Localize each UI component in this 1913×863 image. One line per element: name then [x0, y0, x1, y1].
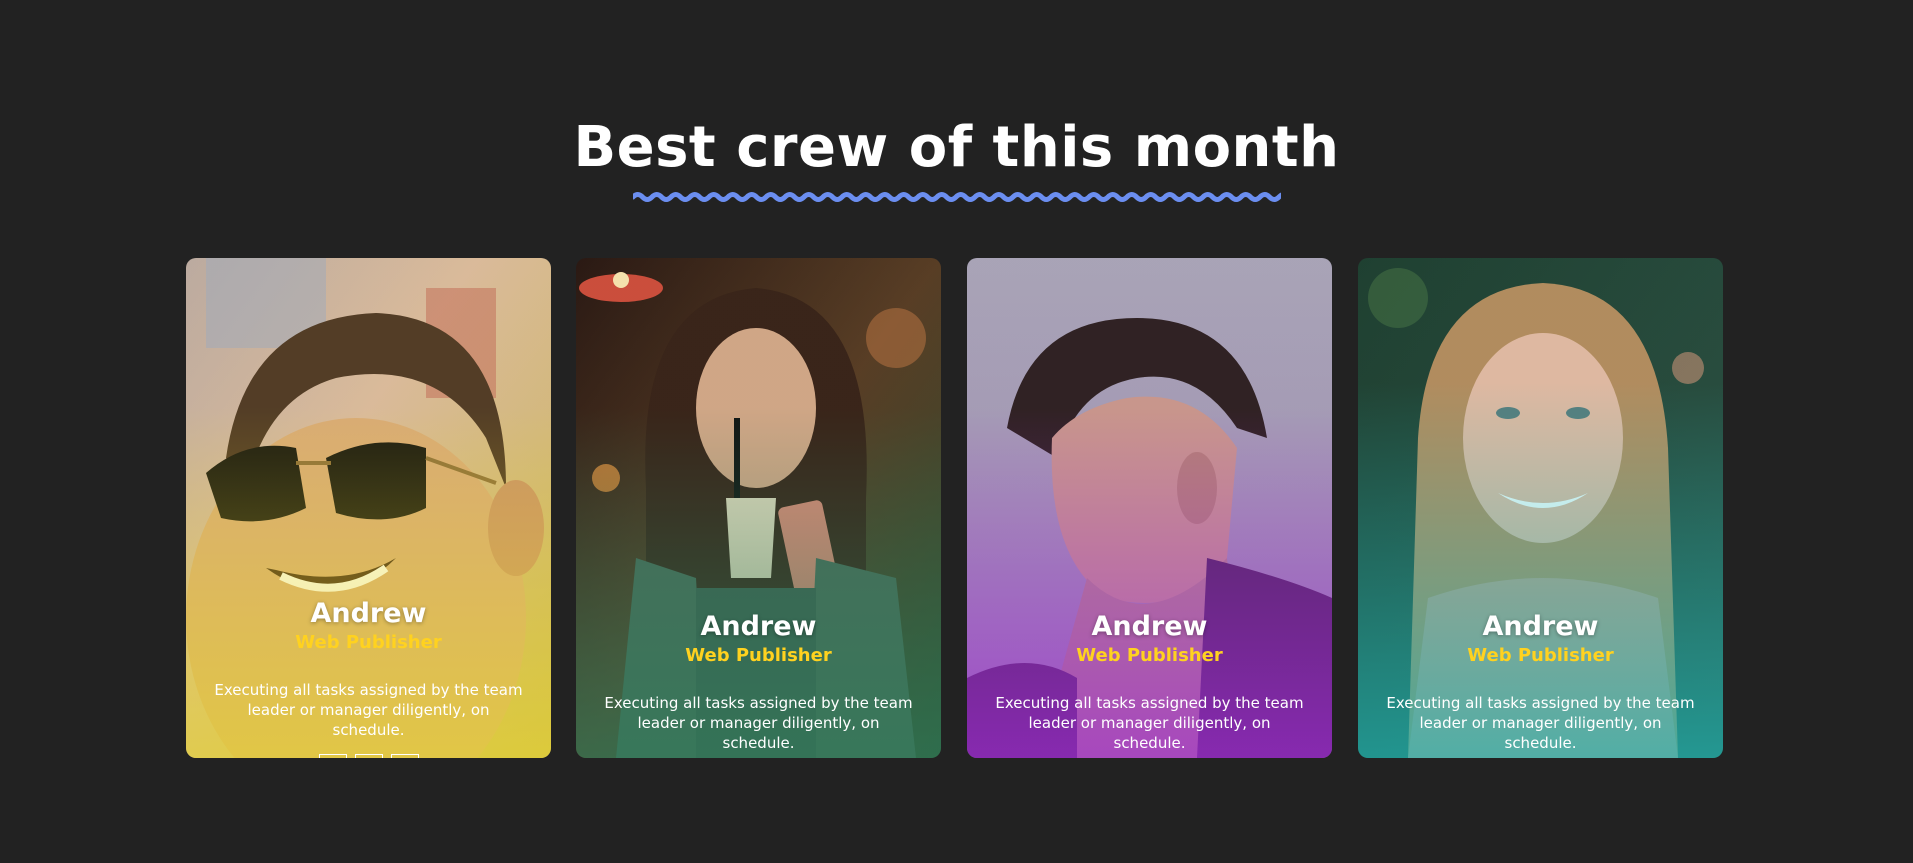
card-role: Web Publisher: [295, 632, 442, 653]
crew-card[interactable]: Andrew Web Publisher Executing all tasks…: [186, 258, 551, 758]
card-name: Andrew: [700, 611, 817, 642]
card-description: Executing all tasks assigned by the team…: [604, 694, 913, 752]
heading-section: Best crew of this month: [0, 112, 1913, 206]
card-role: Web Publisher: [1076, 645, 1223, 666]
crew-card[interactable]: Andrew Web Publisher Executing all tasks…: [1358, 258, 1723, 758]
card-content: Andrew Web Publisher Executing all tasks…: [576, 611, 941, 753]
card-content: Andrew Web Publisher Executing all tasks…: [186, 598, 551, 758]
card-role: Web Publisher: [1467, 645, 1614, 666]
card-content: Andrew Web Publisher Executing all tasks…: [1358, 611, 1723, 753]
crew-cards: Andrew Web Publisher Executing all tasks…: [186, 258, 1726, 758]
card-name: Andrew: [310, 598, 427, 629]
card-description: Executing all tasks assigned by the team…: [1386, 694, 1695, 752]
card-content: Andrew Web Publisher Executing all tasks…: [967, 611, 1332, 753]
crew-card[interactable]: Andrew Web Publisher Executing all tasks…: [967, 258, 1332, 758]
crew-card[interactable]: Andrew Web Publisher Executing all tasks…: [576, 258, 941, 758]
page-title: Best crew of this month: [573, 115, 1340, 180]
card-description: Executing all tasks assigned by the team…: [214, 681, 523, 739]
wavy-underline: [632, 192, 1281, 202]
social-links: [186, 754, 551, 758]
facebook-icon[interactable]: [318, 754, 347, 758]
card-name: Andrew: [1091, 611, 1208, 642]
card-description: Executing all tasks assigned by the team…: [995, 694, 1304, 752]
card-name: Andrew: [1482, 611, 1599, 642]
twitter-icon[interactable]: [354, 754, 383, 758]
page: Best crew of this month Andrew Web Publi…: [0, 0, 1913, 863]
card-role: Web Publisher: [685, 645, 832, 666]
instagram-icon[interactable]: [390, 754, 419, 758]
